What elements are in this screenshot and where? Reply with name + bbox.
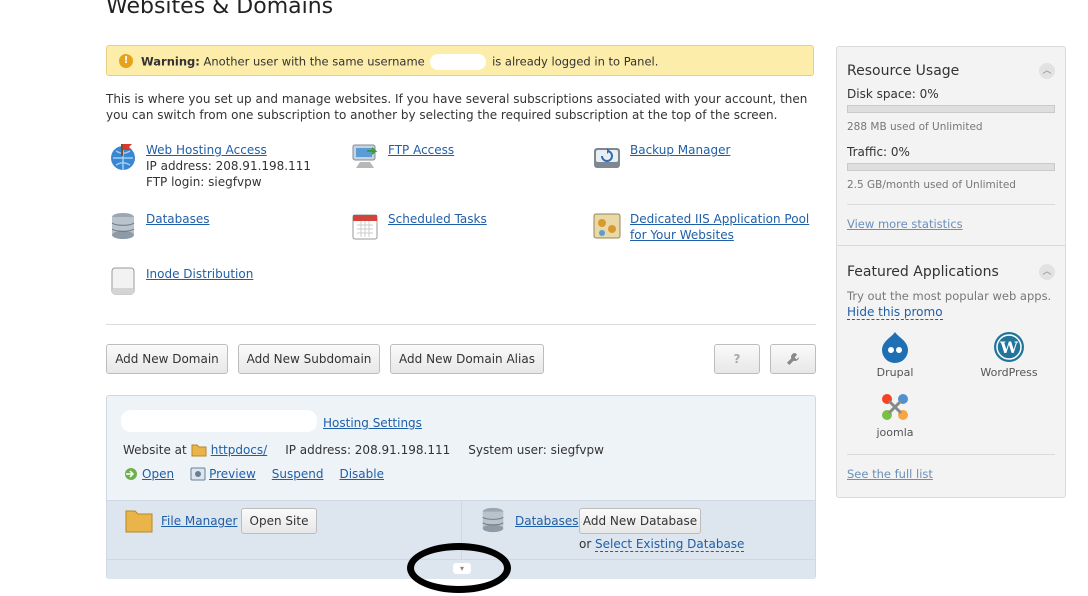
traffic-label: Traffic: 0% (847, 145, 910, 159)
domain-ip: IP address: 208.91.198.111 (285, 443, 451, 457)
tool-iis-pool: Dedicated IIS Application Pool for Your … (592, 211, 809, 243)
tool-ftp-access: FTP Access (350, 142, 454, 172)
traffic-bar (847, 163, 1055, 171)
open-link[interactable]: Open (142, 467, 174, 481)
warning-text-after: is already logged in to Panel. (492, 54, 659, 69)
warning-label: Warning: (141, 54, 200, 69)
intro-text: This is where you set up and manage webs… (106, 92, 808, 122)
website-info: Website at httpdocs/ IP address: 208.91.… (123, 443, 604, 457)
hide-promo-link[interactable]: Hide this promo (847, 305, 943, 320)
suspend-link[interactable]: Suspend (272, 467, 324, 481)
hosting-settings-link[interactable]: Hosting Settings (323, 416, 422, 430)
sidebar-section-divider (837, 245, 1065, 246)
ftp-access-link[interactable]: FTP Access (388, 142, 454, 158)
sidebar-divider (847, 204, 1055, 205)
disk-space-bar (847, 105, 1055, 113)
featured-desc: Try out the most popular web apps. (847, 289, 1052, 303)
joomla-icon (882, 394, 908, 420)
open-icon (125, 468, 137, 480)
tool-scheduled-tasks: Scheduled Tasks (350, 211, 487, 241)
warning-icon: ! (119, 54, 133, 68)
sidebar: Resource Usage ︿ Disk space: 0% 288 MB u… (836, 46, 1066, 498)
inode-distribution-link[interactable]: Inode Distribution (146, 266, 253, 282)
joomla-label: joomla (876, 426, 914, 439)
tool-inode: Inode Distribution (108, 266, 253, 296)
system-user: System user: siegfvpw (468, 443, 604, 457)
app-joomla[interactable]: joomla (873, 391, 917, 439)
wrench-icon (787, 353, 799, 365)
website-at-label: Website at (123, 443, 187, 457)
drupal-label: Drupal (876, 366, 914, 379)
application-pool-icon (593, 213, 621, 239)
database-icon (111, 213, 135, 239)
divider (106, 324, 816, 325)
collapse-icon[interactable]: ︿ (1039, 63, 1055, 79)
web-hosting-ip: IP address: 208.91.198.111 (146, 159, 312, 173)
drupal-icon (882, 332, 908, 363)
see-full-list-link[interactable]: See the full list (847, 467, 933, 481)
or-label: or (579, 537, 592, 551)
globe-icon (111, 144, 135, 170)
domain-actions: Open Preview Suspend Disable (123, 466, 384, 482)
app-wordpress[interactable]: W WordPress (977, 331, 1041, 379)
scheduled-tasks-link[interactable]: Scheduled Tasks (388, 211, 487, 227)
tool-backup-manager: Backup Manager (592, 142, 730, 172)
add-new-subdomain-button[interactable]: Add New Subdomain (238, 344, 380, 374)
iis-pool-link-line1[interactable]: Dedicated IIS Application Pool (630, 211, 809, 227)
ftp-icon (352, 144, 378, 168)
app-drupal[interactable]: Drupal (873, 331, 917, 379)
disk-space-label: Disk space: 0% (847, 87, 939, 101)
resource-usage-title: Resource Usage (847, 63, 960, 79)
backup-icon (594, 148, 620, 168)
databases-link[interactable]: Databases (146, 211, 210, 227)
disable-link[interactable]: Disable (339, 467, 384, 481)
select-existing-database-link[interactable]: Select Existing Database (595, 537, 745, 552)
collapse-icon[interactable]: ︿ (1039, 264, 1055, 280)
wordpress-label: WordPress (980, 366, 1038, 379)
svg-text:W: W (999, 338, 1019, 357)
traffic-detail: 2.5 GB/month used of Unlimited (847, 179, 1016, 191)
tool-databases: Databases (108, 211, 210, 241)
warning-banner: ! Warning: Another user with the same us… (106, 45, 814, 76)
page-title: Websites & Domains (106, 0, 334, 19)
sidebar-divider (847, 454, 1055, 455)
help-button[interactable]: ? (714, 344, 760, 374)
preview-link[interactable]: Preview (209, 467, 256, 481)
inode-icon (111, 267, 135, 295)
file-manager-icon (125, 510, 153, 533)
redacted-username (430, 54, 487, 70)
web-hosting-ftp-login: FTP login: siegfvpw (146, 175, 262, 189)
add-new-database-button[interactable]: Add New Database (579, 508, 701, 534)
warning-text-before: Another user with the same username (203, 54, 425, 69)
add-new-domain-alias-button[interactable]: Add New Domain Alias (390, 344, 544, 374)
backup-manager-link[interactable]: Backup Manager (630, 142, 730, 158)
wordpress-icon: W (994, 332, 1024, 362)
featured-applications-title: Featured Applications (847, 264, 999, 280)
calendar-icon (352, 214, 378, 240)
open-site-button[interactable]: Open Site (241, 508, 317, 534)
preview-icon (190, 467, 206, 481)
tools-button[interactable] (770, 344, 816, 374)
web-hosting-access-link[interactable]: Web Hosting Access (146, 142, 311, 158)
database-icon (482, 507, 504, 533)
add-new-domain-button[interactable]: Add New Domain (106, 344, 228, 374)
httpdocs-link[interactable]: httpdocs/ (211, 443, 267, 457)
folder-icon (191, 444, 207, 457)
file-manager-link[interactable]: File Manager (161, 514, 238, 528)
redacted-domain-name (121, 410, 317, 432)
tool-web-hosting: Web Hosting Access IP address: 208.91.19… (108, 142, 311, 190)
view-more-statistics-link[interactable]: View more statistics (847, 217, 963, 231)
annotation-scribble (407, 543, 511, 593)
disk-space-detail: 288 MB used of Unlimited (847, 121, 983, 133)
iis-pool-link-line2[interactable]: for Your Websites (630, 227, 809, 243)
domain-databases-link[interactable]: Databases (515, 514, 579, 528)
